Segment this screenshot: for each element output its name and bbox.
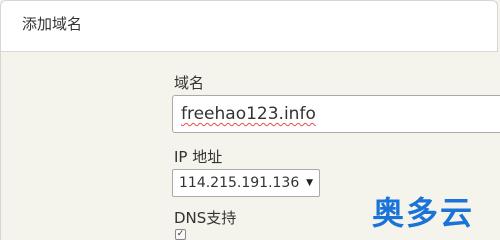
domain-input[interactable]: freehao123.info: [172, 95, 500, 133]
checkmark-icon: ✓: [176, 229, 185, 239]
dialog-title: 添加域名: [22, 15, 83, 33]
domain-input-value: freehao123.info: [181, 104, 316, 124]
chevron-down-icon: ▼: [306, 178, 313, 188]
domain-label: 域名: [174, 74, 205, 92]
watermark-logo: 奥多云: [372, 194, 475, 232]
ip-select-value: 114.215.191.136: [179, 175, 300, 191]
dns-checkbox[interactable]: ✓: [175, 229, 186, 240]
ip-label: IP 地址: [174, 148, 223, 166]
dns-label: DNS支持: [174, 209, 237, 227]
ip-select[interactable]: 114.215.191.136 ▼: [172, 169, 320, 197]
dialog-header: 添加域名: [0, 0, 498, 52]
